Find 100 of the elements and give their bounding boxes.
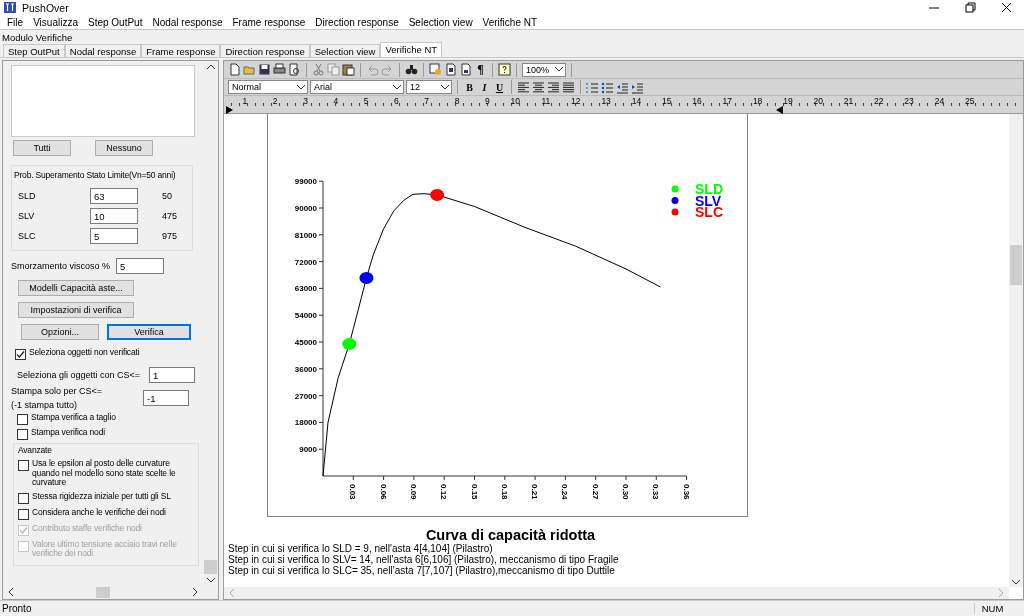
tab[interactable]: Direction response [220, 44, 310, 57]
y-tick-label: 18000 [294, 418, 317, 428]
vertical-scrollbar[interactable] [1009, 114, 1023, 587]
page-icon[interactable] [444, 63, 457, 76]
probability-field[interactable]: 63 [90, 188, 138, 204]
ruler-number: 13 [600, 96, 612, 106]
right-indent-marker[interactable] [776, 106, 783, 114]
x-tick-label: 0.24 [560, 484, 570, 500]
damping-field[interactable]: 5 [116, 258, 165, 274]
cs-select-field[interactable]: 1 [149, 367, 195, 383]
checkbox-label: Seleziona oggetti non verificati [29, 348, 141, 358]
align-icon[interactable] [532, 80, 545, 94]
menu-item[interactable]: Direction response [310, 16, 404, 28]
scroll-down-icon[interactable] [1012, 580, 1020, 585]
checkbox-label: Considera anche le verifiche dei nodi [32, 507, 167, 517]
limit-state-label: SLD [18, 191, 37, 201]
probability-field[interactable]: 5 [90, 228, 138, 244]
action-button[interactable]: Opzioni... [21, 324, 99, 340]
ruler-number: 19 [782, 96, 794, 106]
scroll-thumb[interactable] [1010, 245, 1022, 285]
damping-label: Smorzamento viscoso % [11, 261, 111, 271]
ruler-number: 24 [933, 96, 946, 106]
format-button[interactable]: B [463, 81, 476, 93]
settings-button[interactable]: Modelli Capacità aste... [18, 280, 134, 296]
font-dropdown[interactable]: Arial [310, 80, 404, 94]
menu-item[interactable]: Nodal response [147, 16, 228, 28]
checkbox[interactable] [18, 508, 29, 520]
result-line: Step in cui si verifica lo SLV= 14, nell'asta 6[6,106] (Pilastro), meccanismo di tipo Fragile [228, 554, 620, 565]
scroll-up-icon[interactable] [206, 64, 215, 69]
new-document-icon[interactable] [228, 63, 241, 76]
tab[interactable]: Step OutPut [3, 44, 65, 57]
menu-item[interactable]: File [2, 16, 29, 28]
paste-icon[interactable] [342, 63, 355, 76]
print-cs-label: Stampa solo per CS<= [11, 386, 104, 396]
menu-item[interactable]: Visualizza [28, 16, 83, 28]
select-button[interactable]: Nessuno [95, 140, 153, 156]
limit-state-label: SLC [18, 231, 37, 241]
y-tick-label: 45000 [294, 338, 317, 347]
format-button[interactable]: I [478, 81, 491, 93]
checkbox[interactable] [17, 414, 28, 425]
checkbox[interactable] [18, 492, 29, 504]
action-button[interactable]: Verifica [107, 324, 191, 340]
align-icon[interactable] [547, 80, 560, 94]
tab[interactable]: Verifiche NT [380, 42, 443, 57]
scroll-thumb[interactable] [204, 560, 217, 574]
scroll-left-icon[interactable] [9, 588, 14, 596]
y-tick-label: 81000 [294, 230, 317, 240]
return-period: 975 [162, 231, 178, 241]
return-period: 475 [162, 211, 178, 221]
tab[interactable]: Frame response [141, 44, 221, 57]
binoculars-icon[interactable] [405, 63, 418, 76]
caret-icon [393, 84, 401, 90]
menu-item[interactable]: Selection view [403, 16, 478, 28]
print-icon[interactable] [273, 63, 286, 76]
print-cs-field[interactable]: -1 [143, 390, 189, 406]
bullet-list-icon[interactable] [601, 80, 614, 94]
align-icon[interactable] [562, 80, 575, 94]
checkbox[interactable] [17, 429, 28, 440]
select-button[interactable]: Tutti [13, 140, 71, 156]
checkbox[interactable] [18, 460, 29, 471]
probability-field[interactable]: 10 [90, 208, 138, 224]
ruler-number: 10 [509, 96, 521, 106]
settings-button[interactable]: Impostazioni di verifica [18, 302, 134, 318]
insert-object-icon[interactable] [429, 63, 442, 76]
y-tick-label: 63000 [294, 284, 317, 294]
menu-item[interactable]: Step OutPut [82, 16, 148, 28]
x-tick-label: 0.03 [348, 484, 358, 500]
ruler-number: 12 [570, 96, 582, 106]
style-dropdown[interactable]: Normal [228, 80, 308, 94]
scroll-thumb[interactable] [96, 586, 110, 598]
help-icon[interactable] [498, 63, 511, 76]
checkbox[interactable] [15, 349, 26, 360]
zoom-dropdown[interactable]: 100% [522, 62, 566, 77]
save-icon[interactable] [258, 63, 271, 76]
align-icon[interactable] [517, 80, 530, 94]
ruler-number: 18 [751, 96, 764, 106]
ruler-number: 14 [630, 96, 643, 106]
tab[interactable]: Selection view [309, 44, 381, 57]
scroll-right-icon[interactable] [192, 588, 197, 596]
result-line: Step in cui si verifica lo SLC= 35, nell'asta 7[7,107] (Pilastro),meccanismo di tipo Duttile [228, 565, 615, 576]
group-title: Prob. Superamento Stato Limite(Vn=50 anni) [14, 170, 177, 180]
increase-indent-icon[interactable] [631, 80, 644, 94]
ruler-number: 25 [963, 96, 976, 106]
x-tick-label: 0.33 [651, 484, 661, 500]
y-tick-label: 27000 [294, 391, 317, 401]
ruler-number: 6 [393, 96, 400, 106]
decrease-indent-icon[interactable] [616, 80, 629, 94]
size-dropdown[interactable]: 12 [406, 80, 452, 94]
checkbox-label: Contributo staffe verifiche nodi [32, 523, 143, 533]
left-indent-marker[interactable] [226, 106, 233, 114]
numbered-list-icon[interactable] [586, 80, 599, 94]
print-preview-icon[interactable] [288, 63, 301, 76]
scroll-down-icon[interactable] [206, 578, 215, 583]
format-button[interactable]: U [493, 81, 506, 93]
tab[interactable]: Nodal response [64, 44, 142, 57]
menu-item[interactable]: Verifiche NT [477, 16, 543, 28]
menu-item[interactable]: Frame response [227, 16, 311, 28]
pilcrow-icon[interactable]: ¶ [474, 62, 487, 77]
page-icon[interactable] [459, 63, 472, 76]
caret-icon [555, 67, 563, 72]
